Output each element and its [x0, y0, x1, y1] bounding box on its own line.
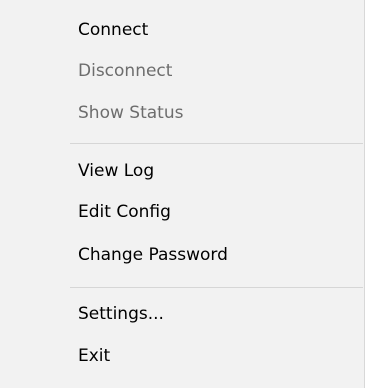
menu-item-settings[interactable]: Settings... [0, 295, 364, 333]
menu-item-disconnect: Disconnect [78, 61, 173, 81]
menu-separator [70, 287, 363, 288]
context-menu: Connect Disconnect Show Status View Log … [0, 0, 365, 388]
menu-item-exit[interactable]: Exit [0, 337, 364, 375]
menu-item-edit-config[interactable]: Edit Config [0, 193, 364, 231]
menu-item-connect[interactable]: Connect [0, 11, 364, 49]
menu-item-view-log[interactable]: View Log [0, 152, 364, 190]
menu-item-show-status: Show Status [78, 103, 184, 123]
menu-separator [70, 143, 363, 144]
menu-item-change-password[interactable]: Change Password [0, 236, 364, 274]
